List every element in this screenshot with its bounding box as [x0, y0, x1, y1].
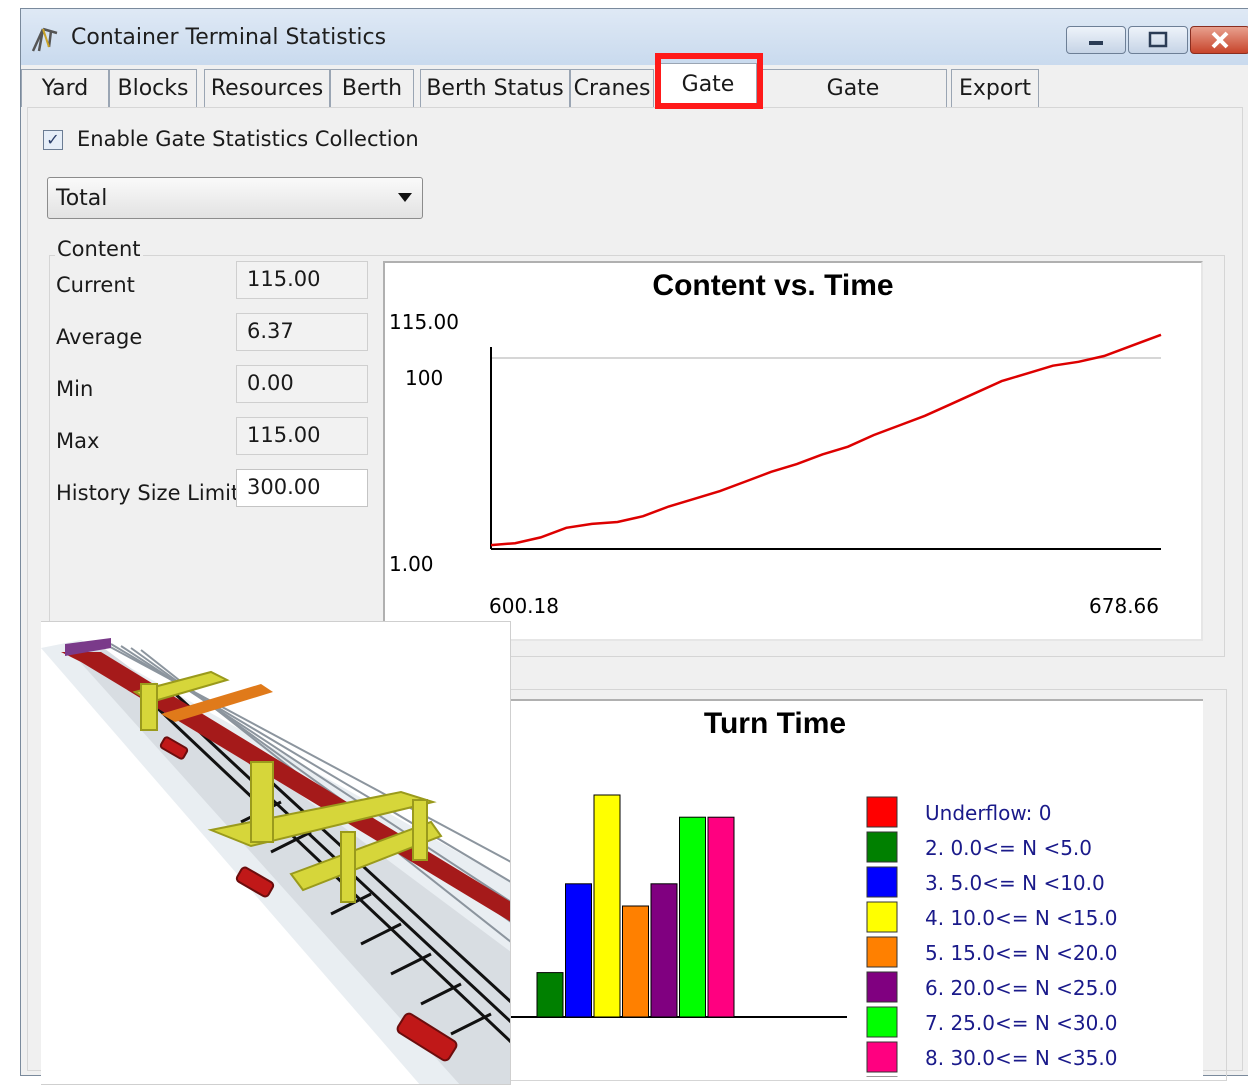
- close-icon: [1211, 31, 1229, 49]
- stat-label-max: Max: [56, 429, 100, 453]
- tab-cranes[interactable]: Cranes: [570, 69, 654, 107]
- window-title: Container Terminal Statistics: [71, 25, 387, 50]
- minimize-button[interactable]: [1066, 26, 1126, 54]
- bar-5: [622, 905, 649, 1018]
- turn-time-chart: Turn Time Underflow: 0 2. 0.0<= N <5.0 3. …: [491, 707, 1117, 1085]
- tab-berth-status[interactable]: Berth Status: [420, 69, 570, 107]
- legend-label-1: 2. 0.0<= N <5.0: [925, 836, 1092, 860]
- legend-label-2: 3. 5.0<= N <10.0: [925, 871, 1105, 895]
- gate-tab-highlight: [655, 53, 763, 109]
- tab-gate-throughput[interactable]: Gate Throughput: [759, 69, 947, 139]
- content-chart-title: Content vs. Time: [652, 269, 893, 302]
- maximize-button[interactable]: [1128, 26, 1188, 54]
- tab-export[interactable]: Export: [951, 69, 1039, 107]
- turn-time-chart-title: Turn Time: [704, 707, 846, 740]
- legend-swatch-0: [866, 796, 898, 828]
- bar-6: [650, 883, 678, 1018]
- legend-swatch-7: [866, 1041, 898, 1073]
- gate-selector-value: Total: [56, 186, 108, 211]
- enable-collection-label: Enable Gate Statistics Collection: [77, 127, 419, 151]
- legend-label-7: 8. 30.0<= N <35.0: [925, 1046, 1117, 1070]
- title-bar[interactable]: Container Terminal Statistics: [21, 9, 1248, 65]
- minimize-icon: [1089, 41, 1103, 45]
- content-group-title: Content: [55, 237, 143, 261]
- legend-label-3: 4. 10.0<= N <15.0: [925, 906, 1117, 930]
- tab-yard[interactable]: Yard: [21, 69, 109, 107]
- y-axis-top-label: 115.00: [389, 310, 459, 334]
- y-gridline-label: 100: [405, 366, 443, 390]
- tab-resources[interactable]: Resources: [204, 69, 330, 107]
- x-axis-start-label: 600.18: [489, 594, 559, 618]
- legend-swatch-5: [866, 971, 898, 1003]
- bar-8: [707, 816, 735, 1018]
- maximize-icon: [1148, 31, 1168, 48]
- stat-label-history-size-limit: History Size Limit: [56, 481, 240, 505]
- y-axis-bottom-label: 1.00: [389, 552, 434, 576]
- tab-bar: Yard Blocks Resources Berth Berth Status…: [21, 63, 1248, 139]
- content-chart-frame: Content vs. Time 115.00 1.00 100 600.18 …: [383, 261, 1203, 641]
- chevron-down-icon: [398, 193, 412, 202]
- bar-4: [593, 794, 621, 1018]
- legend-swatch-6: [866, 1006, 898, 1038]
- enable-collection-checkbox[interactable]: ✓: [43, 130, 63, 150]
- app-icon: [31, 27, 58, 52]
- legend-swatch-2: [866, 866, 898, 898]
- turn-time-chart-frame: Turn Time Underflow: 0 2. 0.0<= N <5.0 3. …: [491, 699, 1203, 1085]
- tab-berth[interactable]: Berth: [330, 69, 414, 107]
- current-value-field: 115.00: [236, 261, 368, 299]
- stat-label-average: Average: [56, 325, 143, 349]
- legend-swatch-3: [866, 901, 898, 933]
- bar-7: [679, 816, 706, 1018]
- legend-label-6: 7. 25.0<= N <30.0: [925, 1011, 1117, 1035]
- x-axis-end-label: 678.66: [1089, 594, 1159, 618]
- legend-label-0: Underflow: 0: [925, 801, 1051, 825]
- average-value-field: 6.37: [236, 313, 368, 351]
- close-button[interactable]: [1190, 26, 1248, 54]
- legend-swatch-4: [866, 936, 898, 968]
- history-size-limit-input[interactable]: 300.00: [236, 469, 368, 507]
- stat-label-min: Min: [56, 377, 94, 401]
- legend-label-5: 6. 20.0<= N <25.0: [925, 976, 1117, 1000]
- yard-crane-illustration: [41, 622, 510, 1084]
- yard-crane-3d-view: [41, 621, 511, 1085]
- min-value-field: 0.00: [236, 365, 368, 403]
- content-vs-time-chart: Content vs. Time 115.00 1.00 100 600.18 …: [389, 269, 1162, 618]
- statistics-window: Container Terminal Statistics Yard Block…: [20, 8, 1248, 1085]
- gate-selector-dropdown[interactable]: Total: [47, 177, 423, 219]
- content-series-line: [490, 333, 1162, 547]
- legend-label-4: 5. 15.0<= N <20.0: [925, 941, 1117, 965]
- bar-3: [565, 883, 592, 1018]
- legend-swatch-1: [866, 831, 898, 863]
- tab-blocks[interactable]: Blocks: [109, 69, 197, 107]
- stat-label-current: Current: [56, 273, 135, 297]
- max-value-field: 115.00: [236, 417, 368, 455]
- bar-2: [536, 972, 564, 1018]
